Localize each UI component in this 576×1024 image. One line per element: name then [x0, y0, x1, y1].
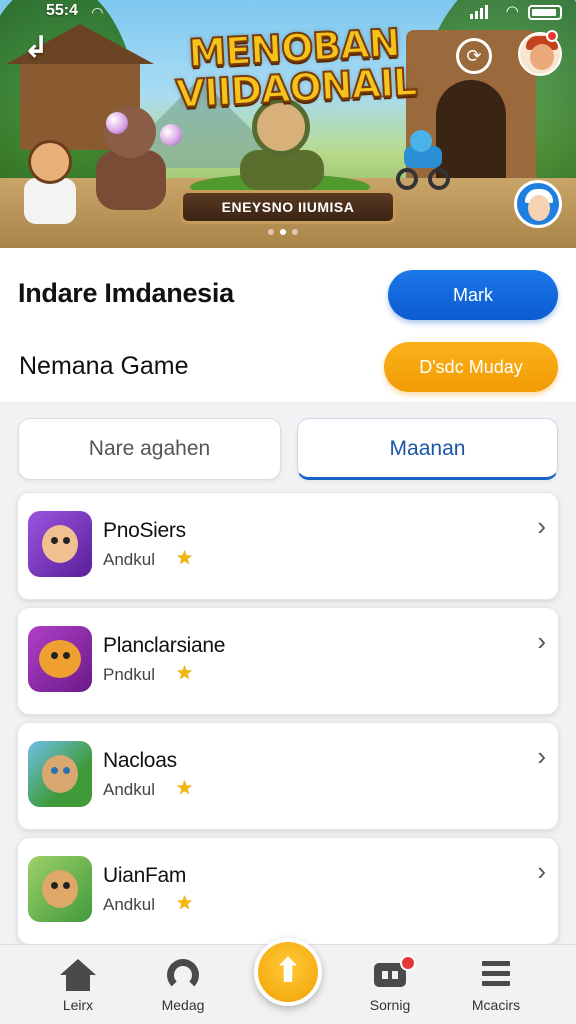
- nav-item-menu[interactable]: Mcacirs: [446, 945, 546, 1024]
- purple-hair-character-icon: [28, 511, 92, 577]
- bike-character: [396, 130, 450, 190]
- mark-button[interactable]: Mark: [388, 270, 558, 320]
- status-time: 55:4: [46, 2, 79, 19]
- star-icon: ★: [176, 778, 194, 799]
- magic-orb: [106, 112, 128, 134]
- profile-avatar[interactable]: [514, 180, 562, 228]
- game-developer: Andkul: [103, 780, 155, 799]
- menu-icon: [476, 959, 516, 993]
- nav-item-home[interactable]: Leirx: [28, 945, 128, 1024]
- back-icon[interactable]: ↲: [18, 30, 54, 66]
- game-name: Nacloas: [103, 749, 177, 772]
- nav-label: Sornig: [369, 997, 411, 1013]
- signal-icon: [470, 5, 488, 19]
- list-item[interactable]: Planclarsiane Pndkul ★ ›: [17, 607, 559, 715]
- nav-item-media[interactable]: Medag: [133, 945, 233, 1024]
- star-icon: ★: [176, 893, 194, 914]
- notification-badge: [400, 955, 416, 971]
- page-title: Indare Imdanesia: [18, 278, 234, 308]
- boy-character-head: [28, 140, 72, 184]
- carousel-dot[interactable]: [268, 229, 274, 235]
- star-icon: ★: [176, 663, 194, 684]
- game-developer: Andkul: [103, 895, 155, 914]
- chevron-right-icon[interactable]: ›: [537, 856, 546, 887]
- chevron-right-icon[interactable]: ›: [537, 626, 546, 657]
- game-name: Planclarsiane: [103, 634, 226, 657]
- wifi-icon: ◠: [92, 4, 103, 20]
- nav-item-messages[interactable]: Sornig: [340, 945, 440, 1024]
- chevron-right-icon[interactable]: ›: [537, 741, 546, 772]
- headphones-icon: [163, 959, 203, 993]
- chevron-right-icon[interactable]: ›: [537, 511, 546, 542]
- page-subtitle: Nemana Game: [19, 352, 189, 380]
- orc-character-body: [96, 150, 166, 210]
- secondary-action-button[interactable]: D'sdc Muday: [384, 342, 558, 392]
- game-name: UianFam: [103, 864, 187, 887]
- list-item[interactable]: PnoSiers Andkul ★ ›: [17, 492, 559, 600]
- battery-icon: [528, 5, 562, 20]
- header-section: Indare Imdanesia Mark Nemana Game D'sdc …: [0, 248, 576, 402]
- nav-label: Medag: [161, 997, 205, 1013]
- boy-character-body: [24, 178, 76, 224]
- magic-orb: [160, 124, 182, 146]
- status-bar: 55:4 ◠ ◠: [0, 0, 576, 24]
- hero-banner[interactable]: MENOBAN VIIDAONAIL ENEYSNO IIUMISA 55:4 …: [0, 0, 576, 248]
- notification-badge: [546, 30, 558, 42]
- list-item[interactable]: UianFam Andkul ★ ›: [17, 837, 559, 945]
- hero-plaque: ENEYSNO IIUMISA: [180, 190, 396, 224]
- home-icon: [58, 959, 98, 993]
- compass-icon[interactable]: ⟳: [456, 38, 492, 74]
- goggles-warrior-character-icon: [28, 741, 92, 807]
- game-name: PnoSiers: [103, 519, 186, 542]
- nav-label: Mcacirs: [471, 997, 521, 1013]
- carousel-dot[interactable]: [292, 229, 298, 235]
- tab-maanan[interactable]: Maanan: [297, 418, 558, 480]
- upload-fab-button[interactable]: ⬆: [254, 938, 322, 1006]
- arrow-up-icon: ⬆: [273, 952, 303, 990]
- wifi-icon: ◠: [506, 3, 518, 20]
- list-item[interactable]: Nacloas Andkul ★ ›: [17, 722, 559, 830]
- game-developer: Andkul: [103, 550, 155, 569]
- hero-character-body: [240, 150, 324, 190]
- carousel-dot-active[interactable]: [280, 229, 286, 235]
- star-icon: ★: [176, 548, 194, 569]
- game-developer: Pndkul: [103, 665, 155, 684]
- nav-label: Leirx: [62, 997, 94, 1013]
- messages-icon: [370, 955, 416, 993]
- helmet-adventurer-character-icon: [28, 856, 92, 922]
- carousel-dots: [268, 229, 298, 235]
- orange-face-character-icon: [28, 626, 92, 692]
- tab-nare-agahen[interactable]: Nare agahen: [18, 418, 281, 480]
- hero-title: MENOBAN VIIDAONAIL: [158, 20, 432, 118]
